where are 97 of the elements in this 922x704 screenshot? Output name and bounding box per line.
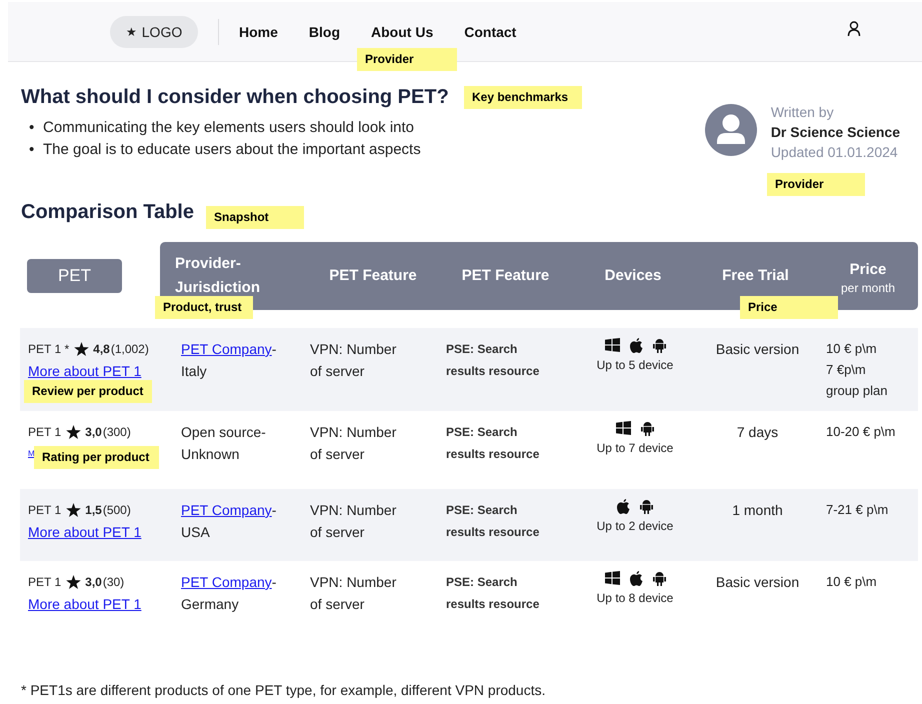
dash-text: - — [272, 341, 276, 357]
more-link[interactable]: More about PET 1 — [28, 360, 142, 382]
rating-score: 1,5 — [85, 502, 102, 519]
dash-text: - — [261, 424, 266, 440]
feature-text: PSE: Search results resource — [446, 502, 540, 541]
price-text: group plan — [826, 382, 888, 400]
device-limit: Up to 7 device — [596, 440, 674, 457]
more-link[interactable]: More about PET 1 — [28, 521, 142, 543]
sticky-note: Provider — [357, 48, 457, 71]
feature-text: VPN: Number of server — [310, 340, 398, 381]
price-text: 7 €p\m — [826, 361, 867, 379]
more-link[interactable]: M — [28, 443, 35, 465]
updated-date: Updated 01.01.2024 — [770, 144, 899, 160]
sticky-note: Price — [740, 296, 838, 319]
page-title: What should I consider when choosing PET? — [21, 86, 449, 109]
provider-link[interactable]: PET Company — [181, 502, 272, 518]
star-icon — [74, 342, 90, 356]
nav-link[interactable]: Home — [239, 24, 278, 40]
apple-icon — [630, 338, 642, 352]
rating-score: 3,0 — [85, 424, 102, 441]
logo-pill[interactable]: ★ LOGO — [110, 16, 198, 48]
column-header: Price — [848, 260, 888, 280]
feature-text: VPN: Number of server — [310, 573, 398, 614]
nav-link[interactable]: About Us — [371, 24, 434, 40]
column-header: PET Feature — [328, 266, 418, 286]
feature-text: PSE: Search results resource — [446, 424, 540, 463]
bullet-marker: • — [29, 140, 35, 160]
window-grid-icon — [604, 338, 620, 352]
device-limit: Up to 8 device — [596, 590, 674, 607]
robot-icon — [640, 498, 653, 514]
trial-text: 1 month — [732, 501, 783, 520]
rating-score: 4,8 — [93, 341, 110, 358]
jurisdiction-text: Unknown — [181, 445, 240, 464]
footnote: * PET1s are different products of one PET type, for example, different VPN products. — [21, 682, 546, 698]
sticky-note: Product, trust — [155, 296, 253, 319]
avatar-icon — [704, 104, 757, 156]
star-icon — [66, 425, 82, 439]
product-name: PET 1 — [28, 424, 62, 441]
written-by-label: Written by — [770, 104, 835, 120]
jurisdiction-text: Germany — [181, 595, 240, 614]
feature-text: PSE: Search results resource — [446, 341, 540, 380]
bullet-text: Communicating the key elements users should look into — [43, 118, 414, 138]
product-name: PET 1 * — [28, 341, 70, 358]
feature-text: PSE: Search results resource — [446, 574, 540, 613]
provider-link[interactable]: PET Company — [181, 341, 272, 357]
column-header: Provider-Jurisdiction — [175, 254, 262, 298]
apple-icon — [617, 498, 630, 514]
window-grid-icon — [604, 571, 620, 585]
star-icon — [66, 575, 82, 589]
price-text: 10-20 € p\m — [826, 423, 896, 441]
column-subheader: per month — [840, 282, 896, 294]
column-header: Devices — [604, 266, 662, 286]
trial-text: Basic version — [716, 340, 800, 359]
feature-text: VPN: Number of server — [310, 501, 398, 542]
feature-text: VPN: Number of server — [310, 423, 398, 464]
nav-link[interactable]: Blog — [308, 24, 340, 40]
robot-icon — [641, 420, 654, 436]
sticky-note: Rating per product — [34, 446, 159, 469]
price-text: 10 € p\m — [826, 573, 878, 591]
section-title: Comparison Table — [21, 201, 194, 224]
product-name: PET 1 — [28, 574, 62, 591]
sticky-note: Key benchmarks — [464, 86, 582, 109]
sticky-note: Provider — [767, 173, 865, 196]
dash-text: - — [272, 574, 276, 590]
product-name: PET 1 — [28, 502, 62, 519]
device-limit: Up to 2 device — [596, 518, 674, 535]
provider-name: Open source — [181, 424, 262, 440]
bullet-text: The goal is to educate users about the important aspects — [43, 140, 421, 160]
column-header: PET Feature — [460, 266, 550, 286]
more-link[interactable]: More about PET 1 — [28, 593, 142, 615]
price-text: 10 € p\m — [826, 340, 878, 358]
review-count: (300) — [102, 424, 131, 441]
bullet-marker: • — [29, 118, 35, 138]
star-icon — [66, 503, 82, 517]
column-header: PET — [27, 259, 122, 293]
user-icon[interactable] — [847, 20, 862, 36]
provider-link[interactable]: PET Company — [181, 574, 272, 590]
apple-icon — [630, 570, 642, 586]
device-limit: Up to 5 device — [596, 357, 674, 374]
jurisdiction-text: Italy — [181, 362, 208, 381]
jurisdiction-text: USA — [181, 523, 211, 542]
review-count: (500) — [102, 502, 131, 519]
trial-text: 7 days — [736, 423, 778, 442]
review-count: (30) — [102, 574, 124, 591]
rating-score: 3,0 — [85, 574, 102, 591]
review-count: (1,002) — [110, 341, 149, 358]
robot-icon — [652, 570, 666, 586]
column-header: Free Trial — [721, 266, 790, 286]
sticky-note: Review per product — [24, 380, 152, 403]
price-text: 7-21 € p\m — [826, 501, 890, 519]
trial-text: Basic version — [716, 573, 800, 592]
sticky-note: Snapshot — [206, 206, 304, 229]
author-name: Dr Science Science — [770, 124, 900, 140]
dash-text: - — [272, 502, 276, 518]
robot-icon — [652, 338, 666, 352]
window-grid-icon — [616, 421, 631, 435]
nav-link[interactable]: Contact — [464, 24, 516, 40]
